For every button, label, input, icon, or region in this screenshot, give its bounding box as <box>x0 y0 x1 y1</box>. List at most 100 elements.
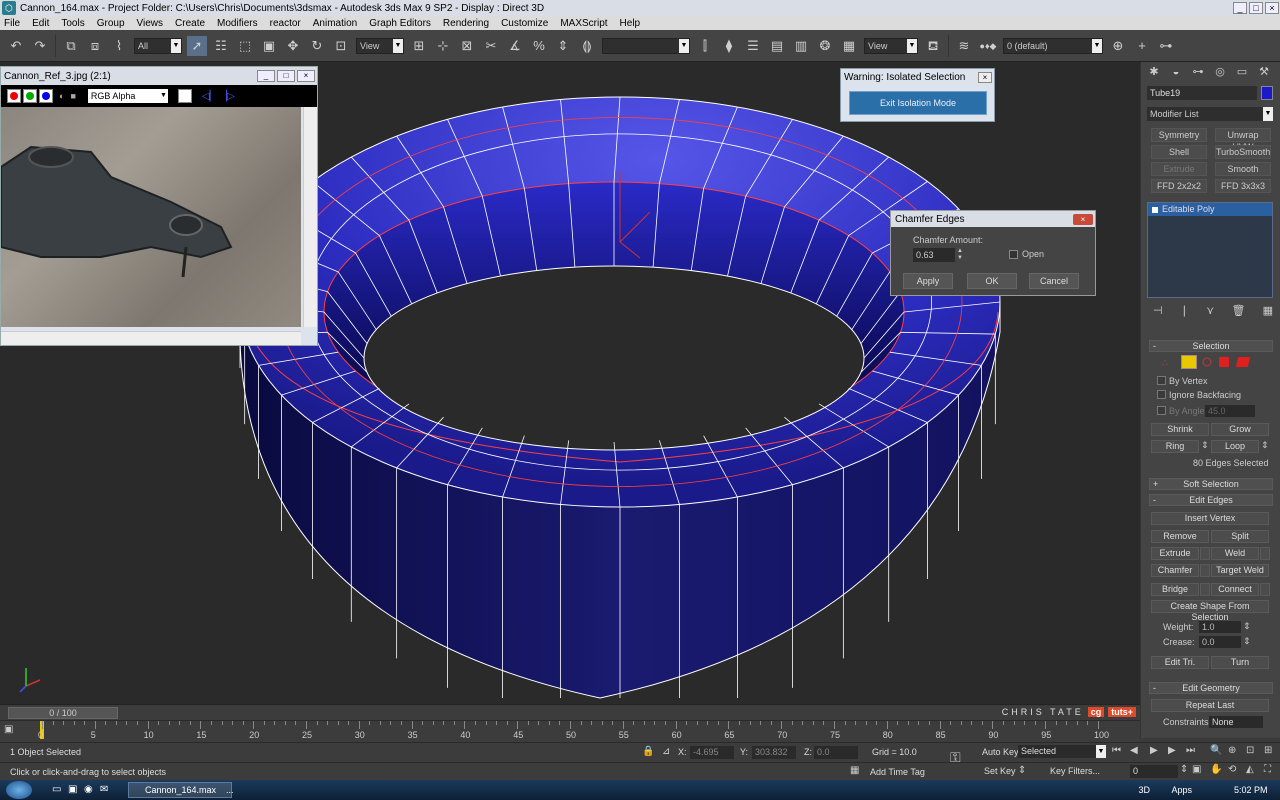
hierarchy-icon[interactable]: ⊶ <box>1156 36 1176 56</box>
ffd-3x3x3-button[interactable]: FFD 3x3x3 <box>1215 179 1271 193</box>
bridge-button[interactable]: Bridge <box>1151 583 1199 596</box>
time-slider[interactable]: 0 / 100 <box>8 707 118 719</box>
ring-button[interactable]: Ring <box>1151 440 1199 453</box>
vertex-mode-icon[interactable]: ∴ <box>1161 356 1173 368</box>
frame-spinner[interactable]: ⇕ <box>1180 764 1188 775</box>
curve-editor-icon[interactable]: ▤ <box>767 36 787 56</box>
chamfer-amount-field[interactable]: 0.63 <box>913 248 955 262</box>
menu-reactor[interactable]: reactor <box>270 18 301 29</box>
play-icon[interactable]: ▶ <box>1150 745 1158 756</box>
menu-tools[interactable]: Tools <box>61 18 84 29</box>
media-icon[interactable]: ◉ <box>84 784 93 795</box>
add-layer-icon[interactable]: ⊕ <box>1108 36 1128 56</box>
edit-named-selection-icon[interactable]: ⟬⟭ <box>577 36 597 56</box>
ref-close-button[interactable]: × <box>297 70 315 82</box>
constraints-dropdown[interactable]: None <box>1209 716 1263 728</box>
blue-channel-toggle[interactable] <box>39 89 53 103</box>
menu-customize[interactable]: Customize <box>501 18 548 29</box>
manipulate-icon[interactable]: ⊹ <box>433 36 453 56</box>
swatch-icon[interactable] <box>177 89 192 103</box>
stack-item-editable-poly[interactable]: Editable Poly <box>1148 203 1272 216</box>
connect-settings-button[interactable] <box>1260 583 1270 596</box>
history-back-icon[interactable]: ◁▏ <box>202 91 217 102</box>
layer-visibility-icon[interactable]: ●♦◆ <box>978 36 998 56</box>
render-setup-icon[interactable]: ▦ <box>839 36 859 56</box>
pan-icon[interactable]: ✋ <box>1210 764 1222 775</box>
make-unique-icon[interactable]: ⋎ <box>1206 304 1214 317</box>
loop-button[interactable]: Loop <box>1211 440 1259 453</box>
x-coordinate-field[interactable]: -4.695 <box>690 746 734 759</box>
menu-file[interactable]: File <box>4 18 20 29</box>
element-mode-icon[interactable] <box>1235 357 1251 367</box>
ring-spinner[interactable]: ⇕ <box>1201 440 1209 451</box>
ignore-backfacing-checkbox[interactable] <box>1157 390 1166 399</box>
key-filter-icon[interactable]: ⇕ <box>1018 765 1026 776</box>
extrude-settings-button[interactable] <box>1200 547 1210 560</box>
soft-selection-rollout-header[interactable]: + Soft Selection <box>1149 478 1273 490</box>
taskbar-item-3dsmax[interactable]: Cannon_164.max <box>128 782 232 798</box>
current-frame-field[interactable]: 0 <box>1130 765 1178 778</box>
chamfer-button[interactable]: Chamfer <box>1151 564 1199 577</box>
menu-group[interactable]: Group <box>97 18 125 29</box>
ref-minimize-button[interactable]: _ <box>257 70 275 82</box>
key-mode-dropdown[interactable]: Selected <box>1018 745 1106 758</box>
polygon-mode-icon[interactable] <box>1219 357 1229 367</box>
modifier-list-dropdown[interactable]: Modifier List <box>1147 107 1273 121</box>
auto-key-button[interactable]: Auto Key <box>982 747 1019 757</box>
menu-rendering[interactable]: Rendering <box>443 18 489 29</box>
undo-icon[interactable]: ↶ <box>6 36 26 56</box>
goto-start-icon[interactable]: ⏮ <box>1112 745 1121 756</box>
app-icon[interactable]: ⬡ <box>2 1 16 15</box>
by-vertex-checkbox[interactable] <box>1157 376 1166 385</box>
turn-button[interactable]: Turn <box>1211 656 1269 669</box>
spinner-snap-icon[interactable]: ⇕ <box>553 36 573 56</box>
explorer-icon[interactable]: ▣ <box>68 784 77 795</box>
lock-selection-icon[interactable]: 🔒 <box>642 746 654 757</box>
create-icon[interactable]: + <box>1132 36 1152 56</box>
menu-maxscript[interactable]: MAXScript <box>560 18 607 29</box>
menu-views[interactable]: Views <box>137 18 164 29</box>
create-tab-icon[interactable]: ✱ <box>1147 65 1161 79</box>
cancel-button[interactable]: Cancel <box>1029 273 1079 289</box>
hierarchy-tab-icon[interactable]: ⊶ <box>1191 65 1205 79</box>
layer-dropdown[interactable]: 0 (default) <box>1003 37 1103 54</box>
edit-edges-rollout-header[interactable]: - Edit Edges <box>1149 494 1273 506</box>
channel-dropdown[interactable]: RGB Alpha <box>87 89 168 103</box>
repeat-last-button[interactable]: Repeat Last <box>1151 699 1269 712</box>
red-channel-toggle[interactable] <box>7 89 21 103</box>
menu-edit[interactable]: Edit <box>32 18 49 29</box>
chamfer-amount-spinner[interactable]: ▲ ▼ <box>957 248 965 262</box>
by-angle-checkbox[interactable] <box>1157 406 1166 415</box>
loop-spinner[interactable]: ⇕ <box>1261 440 1269 451</box>
green-channel-toggle[interactable] <box>23 89 37 103</box>
bind-space-warp-icon[interactable]: ⌇ <box>109 36 129 56</box>
menu-graph-editors[interactable]: Graph Editors <box>369 18 431 29</box>
chamfer-settings-button[interactable] <box>1200 564 1210 577</box>
render-view-dropdown[interactable]: View <box>864 37 918 54</box>
keyboard-shortcut-icon[interactable]: ⊠ <box>457 36 477 56</box>
grow-button[interactable]: Grow <box>1211 423 1269 436</box>
connect-button[interactable]: Connect <box>1211 583 1259 596</box>
close-button[interactable]: × <box>1265 2 1279 14</box>
menu-help[interactable]: Help <box>620 18 641 29</box>
set-key-button[interactable]: Set Key <box>984 766 1016 776</box>
add-time-tag-button[interactable]: Add Time Tag <box>870 767 925 777</box>
link-icon[interactable]: ⧉ <box>61 36 81 56</box>
start-button[interactable] <box>6 781 32 799</box>
smooth-button[interactable]: Smooth <box>1215 162 1271 176</box>
split-button[interactable]: Split <box>1211 530 1269 543</box>
symmetry-button[interactable]: Symmetry <box>1151 128 1207 142</box>
chamfer-close-button[interactable]: × <box>1073 213 1093 225</box>
ffd-2x2x2-button[interactable]: FFD 2x2x2 <box>1151 179 1207 193</box>
z-coordinate-field[interactable]: 0.0 <box>814 746 858 759</box>
selection-filter-dropdown[interactable]: All <box>134 37 182 54</box>
reference-coord-dropdown[interactable]: View <box>356 37 404 54</box>
angle-field[interactable]: 45.0 <box>1205 405 1255 417</box>
weld-button[interactable]: Weld <box>1211 547 1259 560</box>
menu-animation[interactable]: Animation <box>313 18 357 29</box>
percent-snap-icon[interactable]: % <box>529 36 549 56</box>
mirror-icon[interactable]: ⫿ <box>695 36 715 56</box>
y-coordinate-field[interactable]: 303.832 <box>752 746 796 759</box>
goto-end-icon[interactable]: ⏭ <box>1186 745 1195 756</box>
previous-frame-icon[interactable]: ◀ <box>1130 745 1138 756</box>
